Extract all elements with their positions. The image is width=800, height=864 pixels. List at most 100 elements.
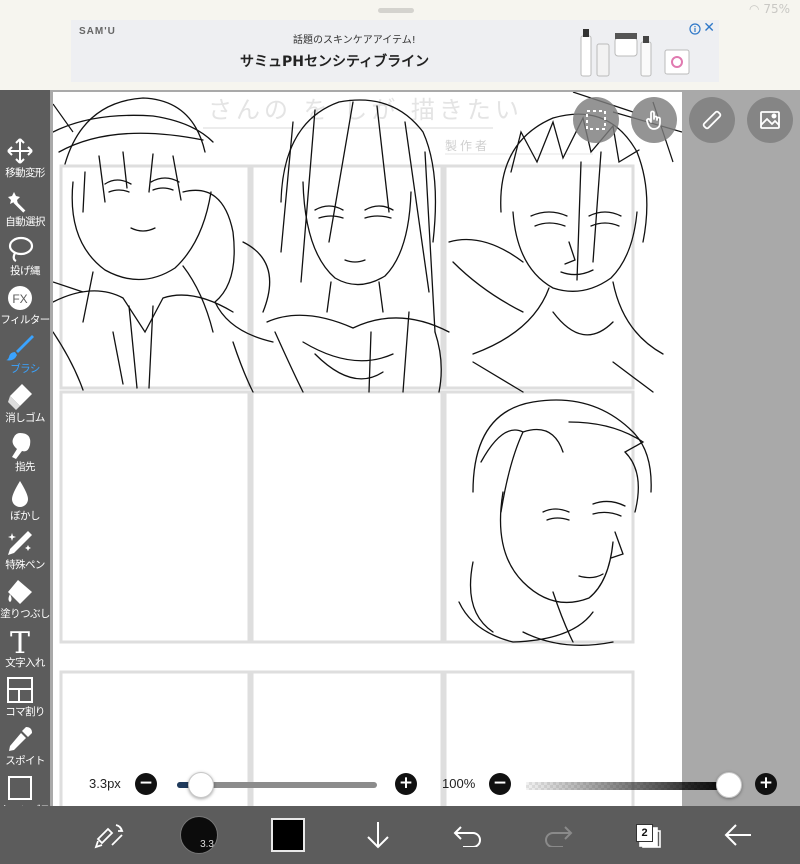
pull-handle[interactable] — [378, 8, 414, 13]
lasso-icon — [8, 236, 34, 262]
touch-mode-button[interactable] — [631, 97, 677, 143]
hand-pointer-icon — [646, 110, 661, 130]
tool-label: 文字入れ — [5, 657, 45, 669]
tool-eraser[interactable]: 消しゴム — [0, 379, 50, 429]
opacity-value: 100% — [442, 776, 476, 791]
ruler-icon — [702, 110, 722, 130]
product-bottles-image — [580, 29, 690, 77]
opacity-decrease-button[interactable]: − — [489, 773, 511, 795]
tool-blur[interactable]: ぼかし — [0, 477, 50, 527]
opacity-slider[interactable] — [526, 782, 733, 790]
tool-lasso[interactable]: 投げ縄 — [0, 232, 50, 282]
close-icon[interactable]: ✕ — [703, 20, 715, 36]
tool-brush[interactable]: ブラシ — [0, 330, 50, 380]
plus-icon: + — [758, 773, 774, 793]
sketch-character-1 — [53, 97, 274, 393]
frame-divider-icon — [7, 677, 33, 703]
sketch-character-4 — [458, 399, 652, 646]
dashed-select-icon — [586, 110, 606, 130]
arrow-down-icon — [367, 822, 389, 849]
eraser-icon — [8, 384, 32, 410]
battery-level: 75% — [763, 2, 790, 16]
undo-icon — [453, 826, 481, 847]
magic-wand-icon — [8, 192, 26, 213]
tool-finger[interactable]: 指先 — [0, 428, 50, 478]
drawing-canvas[interactable]: さんの を しが 描きたい 製作者 — [53, 92, 682, 806]
tool-label: 塗りつぶし — [0, 608, 50, 620]
layer-count: 2 — [636, 824, 653, 842]
fx-filter-icon: FX — [8, 286, 32, 310]
ad-headline: サミュPHセンシティブライン — [240, 54, 430, 70]
panel-grid — [59, 164, 635, 806]
size-decrease-button[interactable]: − — [135, 773, 157, 795]
ad-brand: SAM'U — [79, 26, 116, 37]
brush-size-value: 3.3px — [89, 776, 121, 791]
special-pen-icon — [8, 531, 32, 555]
bucket-fill-icon — [8, 580, 32, 604]
brush-eraser-switch-button[interactable] — [80, 806, 140, 864]
tool-label: 特殊ペン — [5, 559, 45, 571]
brush-preview-size: 3.3 — [200, 839, 214, 850]
color-swatch-button[interactable] — [271, 818, 305, 852]
redo-icon — [545, 826, 573, 847]
status-indicators: ◠ 75% — [749, 2, 790, 16]
material-button[interactable] — [747, 97, 793, 143]
layers-button[interactable]: 2 — [633, 822, 663, 848]
finger-icon — [12, 433, 31, 459]
back-button[interactable] — [708, 806, 768, 864]
wifi-icon: ◠ — [749, 2, 760, 16]
svg-text:T: T — [10, 627, 30, 655]
author-label: 製作者 — [445, 139, 490, 153]
tool-label: スポイト — [5, 755, 45, 767]
size-increase-button[interactable]: + — [395, 773, 417, 795]
tool-label: 投げ縄 — [10, 265, 40, 277]
brush-preview-button[interactable]: 3.3 — [180, 816, 218, 854]
tool-text[interactable]: T 文字入れ — [0, 624, 50, 674]
selection-button[interactable] — [573, 97, 619, 143]
tool-label: 指先 — [15, 461, 35, 473]
text-icon: T — [10, 627, 30, 655]
brush-eraser-switch-icon — [94, 824, 124, 849]
tool-label: ぼかし — [10, 510, 40, 522]
minus-icon: − — [138, 773, 154, 793]
brush-icon — [6, 335, 34, 361]
tool-bucket-fill[interactable]: 塗りつぶし — [0, 575, 50, 625]
minus-icon: − — [492, 773, 508, 793]
tool-label: 消しゴム — [5, 412, 45, 424]
ad-banner[interactable]: SAM'U 話題のスキンケアアイテム! サミュPHセンシティブライン ✕ — [71, 20, 719, 82]
canvas-icon — [8, 776, 32, 800]
tool-eyedropper[interactable]: スポイト — [0, 722, 50, 772]
sketch-character-2 — [266, 99, 450, 393]
status-ad-area: ◠ 75% SAM'U 話題のスキンケアアイテム! サミュPHセンシティブライン… — [0, 0, 800, 90]
eyedropper-icon — [9, 727, 32, 751]
opacity-increase-button[interactable]: + — [755, 773, 777, 795]
tool-move-transform[interactable]: 移動変形 — [0, 134, 50, 184]
move-transform-icon — [7, 138, 33, 164]
size-slider-thumb[interactable] — [188, 772, 214, 798]
tool-label: フィルター — [0, 314, 50, 326]
plus-icon: + — [398, 773, 414, 793]
ad-tagline: 話題のスキンケアアイテム! — [293, 35, 416, 46]
undo-button[interactable] — [438, 806, 498, 864]
tool-special-pen[interactable]: 特殊ペン — [0, 526, 50, 576]
tool-label: 移動変形 — [5, 167, 45, 179]
tool-magic-wand[interactable]: 自動選択 — [0, 183, 50, 233]
blur-drop-icon — [12, 481, 28, 507]
arrow-left-icon — [724, 824, 751, 846]
bottom-bar: 3.3 2 — [0, 806, 800, 864]
download-button[interactable] — [348, 806, 408, 864]
image-icon — [760, 111, 780, 129]
tool-filter[interactable]: FX フィルター — [0, 281, 50, 331]
tool-frame-divider[interactable]: コマ割り — [0, 673, 50, 723]
ruler-button[interactable] — [689, 97, 735, 143]
redo-button[interactable] — [528, 806, 588, 864]
opacity-slider-thumb[interactable] — [716, 772, 742, 798]
tool-label: コマ割り — [5, 706, 45, 718]
left-toolbar: 移動変形 自動選択 投げ縄 FX フィルター ブラシ 消しゴム 指先 ぼかし 特… — [0, 90, 50, 816]
tool-label: ブラシ — [10, 363, 40, 375]
brush-slider-bar: 3.3px − + 100% − + — [53, 760, 800, 806]
tool-label: 自動選択 — [5, 216, 45, 228]
svg-text:FX: FX — [12, 292, 27, 306]
sketch-character-3 — [448, 113, 664, 393]
info-icon[interactable] — [689, 23, 701, 35]
